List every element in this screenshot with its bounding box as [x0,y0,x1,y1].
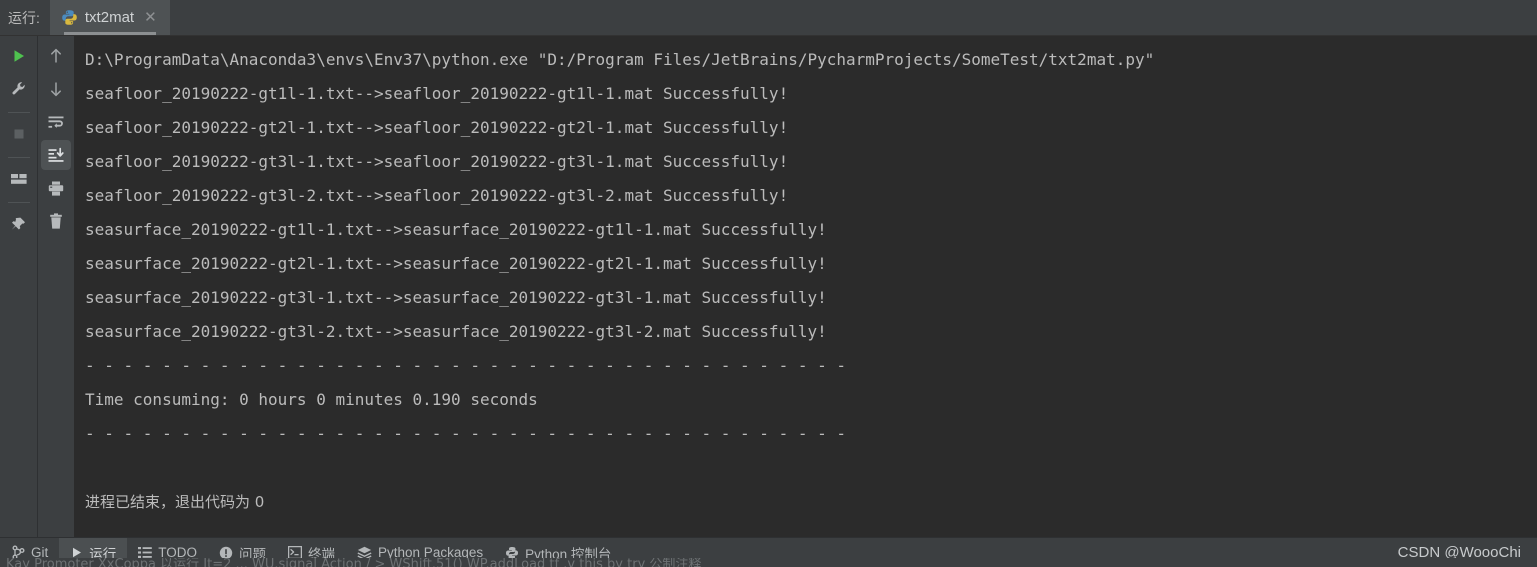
settings-button[interactable] [4,74,34,104]
console-line: seasurface_20190222-gt3l-1.txt-->seasurf… [85,288,827,307]
pin-icon [10,216,27,233]
run-tab-txt2mat[interactable]: txt2mat ✕ [49,0,170,35]
run-toolwindow-header: 运行: txt2mat ✕ [0,0,1537,36]
console-line: D:\ProgramData\Anaconda3\envs\Env37\pyth… [85,50,1155,69]
layout-icon [10,171,28,187]
up-button[interactable] [41,41,71,71]
console-line: seafloor_20190222-gt3l-1.txt-->seafloor_… [85,152,789,171]
arrow-up-icon [48,47,64,65]
run-window-body: D:\ProgramData\Anaconda3\envs\Env37\pyth… [0,36,1537,537]
run-actions-toolbar-left [0,36,37,537]
toolbar-separator [7,112,30,113]
console-line: seasurface_20190222-gt3l-2.txt-->seasurf… [85,322,827,341]
console-line: seafloor_20190222-gt3l-2.txt-->seafloor_… [85,186,789,205]
soft-wrap-icon [47,114,65,130]
stop-icon [11,126,27,142]
console-line: - - - - - - - - - - - - - - - - - - - - … [85,424,846,443]
scroll-to-end-icon [47,147,65,163]
pycharm-run-window: 运行: txt2mat ✕ D:\ProgramData\Anaconda3\e… [0,0,1537,567]
console-line: seasurface_20190222-gt2l-1.txt-->seasurf… [85,254,827,273]
console-output[interactable]: D:\ProgramData\Anaconda3\envs\Env37\pyth… [74,36,1537,537]
console-lines: D:\ProgramData\Anaconda3\envs\Env37\pyth… [74,43,1537,519]
soft-wrap-button[interactable] [41,107,71,137]
scroll-to-end-button[interactable] [41,140,71,170]
console-line: seafloor_20190222-gt2l-1.txt-->seafloor_… [85,118,789,137]
clear-button[interactable] [41,206,71,236]
close-icon[interactable]: ✕ [143,10,158,25]
layout-button[interactable] [4,164,34,194]
console-line: 进程已结束，退出代码为 0 [85,493,265,511]
tab-active-underline [63,32,156,35]
python-icon [61,9,78,26]
wrench-icon [11,81,27,97]
print-button[interactable] [41,173,71,203]
cut-off-row-text: Kay Promoter XxCoppa 以运行 It=2 ... WU.sig… [6,558,702,567]
stop-button[interactable] [4,119,34,149]
console-line: - - - - - - - - - - - - - - - - - - - - … [85,356,846,375]
pin-button[interactable] [4,209,34,239]
run-tab-title: txt2mat [84,9,135,26]
status-toolwindow-bar: Git 运行 TODO 问题 终端 Python Packages Python 控制台 C… [0,537,1537,567]
toolbar-separator [7,202,30,203]
run-toolwindow-label: 运行: [8,9,40,26]
toolbar-separator [7,157,30,158]
rerun-button[interactable] [4,41,34,71]
console-scrollbar[interactable] [1527,36,1537,537]
console-line: Time consuming: 0 hours 0 minutes 0.190 … [85,390,538,409]
console-line: seasurface_20190222-gt1l-1.txt-->seasurf… [85,220,827,239]
trash-icon [48,212,64,230]
cut-off-row: Kay Promoter XxCoppa 以运行 It=2 ... WU.sig… [0,558,1537,567]
run-actions-toolbar-right [37,36,74,537]
arrow-down-icon [48,80,64,98]
play-icon [11,48,27,64]
console-line: seafloor_20190222-gt1l-1.txt-->seafloor_… [85,84,789,103]
printer-icon [47,180,65,197]
down-button[interactable] [41,74,71,104]
